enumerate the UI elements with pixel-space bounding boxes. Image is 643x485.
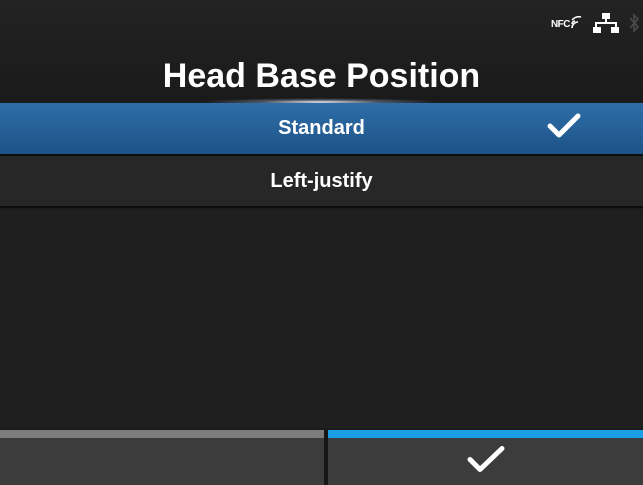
check-icon (547, 113, 581, 145)
printer-display-screen: NFC Head Base Position Standard Left-jus… (0, 0, 643, 485)
option-list: Standard Left-justify (0, 103, 643, 208)
option-standard[interactable]: Standard (0, 103, 643, 156)
network-icon (593, 13, 619, 33)
header: NFC Head Base Position (0, 0, 643, 102)
page-title: Head Base Position (162, 57, 481, 95)
confirm-check-icon (466, 445, 506, 478)
nfc-label: NFC (550, 19, 571, 30)
option-label: Left-justify (270, 169, 373, 192)
confirm-button[interactable] (328, 430, 643, 485)
footer-buttons (0, 430, 643, 485)
option-left-justify[interactable]: Left-justify (0, 156, 643, 208)
back-button[interactable] (0, 430, 324, 485)
bluetooth-icon (629, 13, 639, 33)
empty-list-area (0, 210, 643, 428)
status-icons: NFC (551, 8, 639, 38)
option-label: Standard (278, 117, 365, 139)
nfc-icon: NFC (551, 16, 583, 30)
